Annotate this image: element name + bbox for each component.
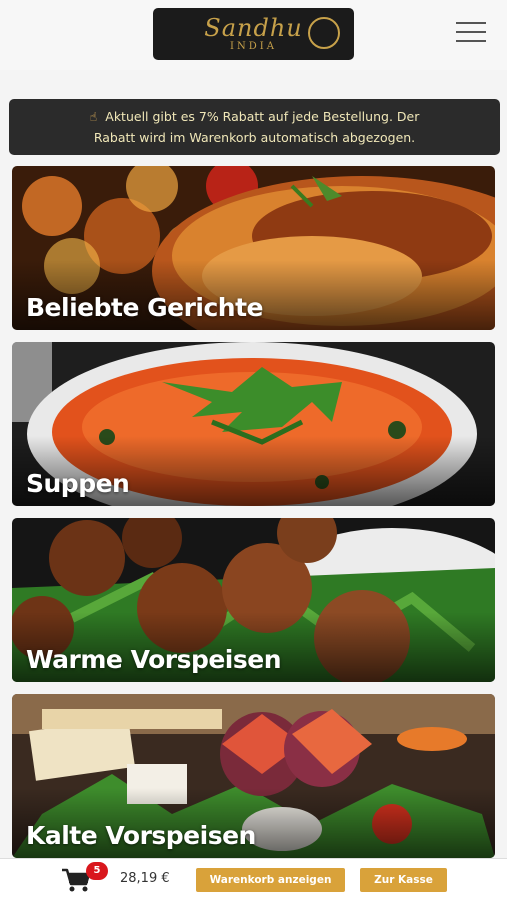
category-card-warme-vorspeisen[interactable]: Warme Vorspeisen	[12, 518, 495, 682]
category-card-kalte-vorspeisen[interactable]: Kalte Vorspeisen	[12, 694, 495, 858]
category-card-beliebte-gerichte[interactable]: Beliebte Gerichte	[12, 166, 495, 330]
discount-banner: ☝ Aktuell gibt es 7% Rabatt auf jede Best…	[9, 99, 500, 155]
logo-brand-text: Sandhu	[204, 14, 303, 42]
site-header: Sandhu INDIA	[0, 0, 507, 70]
cart-count-badge: 5	[86, 862, 108, 880]
hamburger-menu-icon[interactable]	[456, 22, 486, 44]
cart-total: 28,19 €	[120, 871, 170, 886]
checkout-button[interactable]: Zur Kasse	[360, 868, 447, 892]
hand-icon: ☝	[89, 109, 98, 124]
category-card-suppen[interactable]: Suppen	[12, 342, 495, 506]
category-title: Suppen	[26, 469, 130, 498]
category-title: Warme Vorspeisen	[26, 645, 282, 674]
category-title: Kalte Vorspeisen	[26, 821, 256, 850]
logo-sub-text: INDIA	[230, 41, 277, 52]
restaurant-logo[interactable]: Sandhu INDIA	[153, 8, 354, 60]
banner-text-line1: Aktuell gibt es 7% Rabatt auf jede Beste…	[105, 109, 420, 124]
logo-emblem-icon	[308, 17, 340, 49]
banner-text-line2: Rabatt wird im Warenkorb automatisch abg…	[93, 130, 416, 145]
cart-bar: 5 28,19 € Warenkorb anzeigen Zur Kasse	[0, 858, 507, 901]
category-title: Beliebte Gerichte	[26, 293, 264, 322]
view-cart-button[interactable]: Warenkorb anzeigen	[196, 868, 345, 892]
